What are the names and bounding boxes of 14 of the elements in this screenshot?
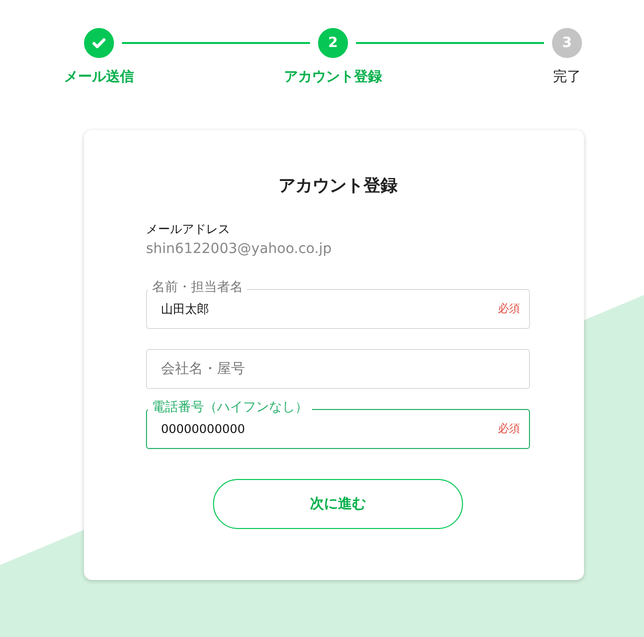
step-label: メール送信: [63, 68, 135, 86]
step-label: アカウント登録: [283, 68, 383, 86]
step-label: 完了: [552, 68, 582, 86]
step-number: 2: [318, 28, 348, 58]
required-label: 必須: [498, 301, 520, 317]
field-label: 電話番号（ハイフンなし）: [148, 400, 312, 416]
email-value: shin6122003@yahoo.co.jp: [146, 241, 333, 257]
input-field[interactable]: 会社名・屋号: [146, 349, 530, 389]
check-icon: [84, 28, 114, 58]
field-label: 名前・担当者名: [148, 280, 247, 296]
email-label: メールアドレス: [146, 221, 231, 238]
form-title: アカウント登録: [278, 175, 398, 197]
required-label: 必須: [498, 421, 520, 437]
step-number: 3: [552, 28, 582, 58]
